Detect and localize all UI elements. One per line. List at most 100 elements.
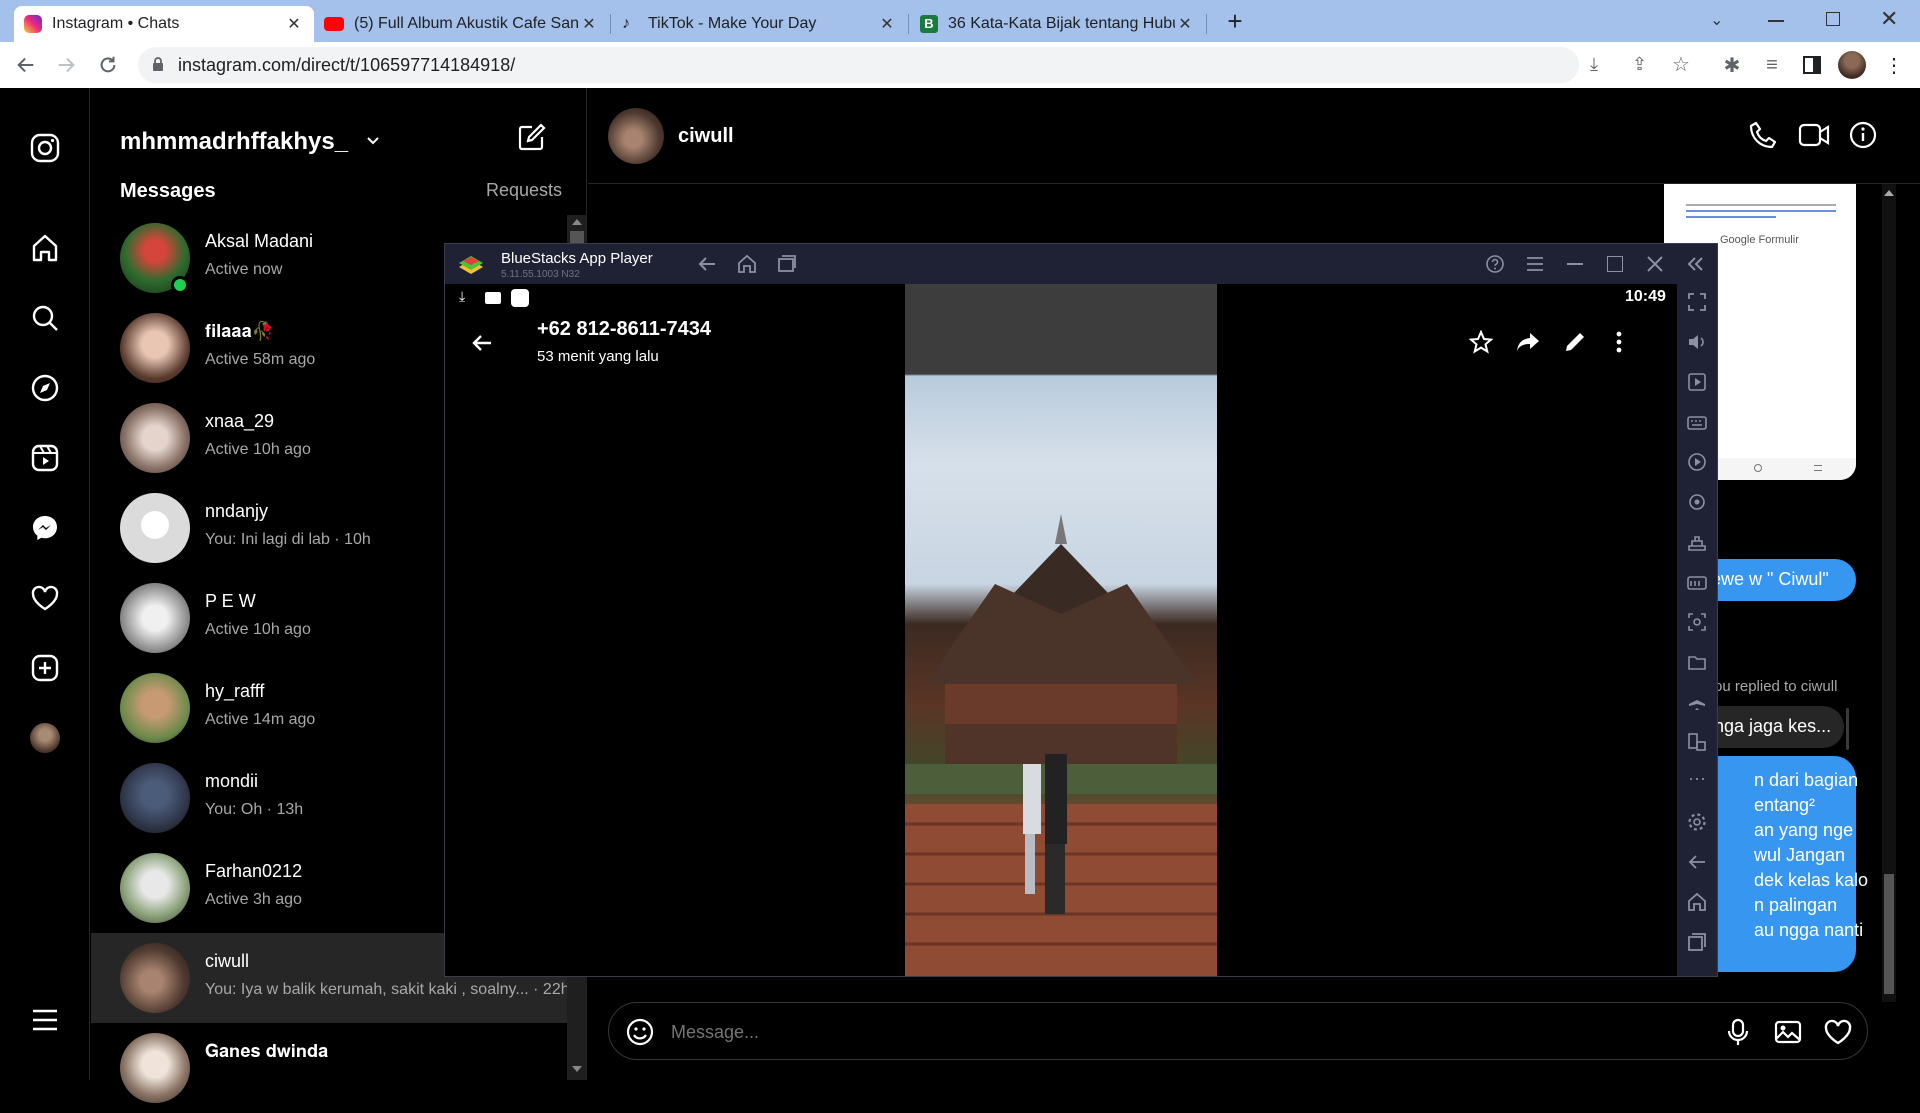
url-text: instagram.com/direct/t/106597714184918/ (178, 54, 516, 75)
close-tab-icon[interactable]: ✕ (877, 14, 897, 34)
tab-tiktok[interactable]: ♪ TikTok - Make Your Day ✕ (612, 6, 907, 42)
star-icon[interactable] (1469, 330, 1493, 354)
contact-avatar[interactable] (608, 108, 664, 164)
bluestacks-app-name: BlueStacks App Player (501, 250, 653, 267)
back-arrow-icon[interactable] (471, 332, 493, 354)
explore-icon[interactable] (30, 373, 60, 403)
keyboard-controls-icon[interactable] (1687, 412, 1707, 432)
back-icon[interactable] (697, 255, 717, 273)
requests-link[interactable]: Requests (486, 180, 562, 201)
install-apk-icon[interactable] (1687, 572, 1707, 592)
share-icon[interactable]: ⇪ (1632, 54, 1647, 75)
android-home-icon[interactable] (1687, 892, 1707, 912)
side-panel-icon[interactable] (1800, 53, 1824, 77)
profile-avatar[interactable] (1838, 51, 1866, 79)
fullscreen-icon[interactable] (1687, 292, 1707, 312)
forward-share-icon[interactable] (1515, 330, 1541, 354)
restore-window-button[interactable] (1826, 12, 1840, 26)
phone-call-icon[interactable] (1748, 120, 1778, 150)
tab-instagram[interactable]: Instagram • Chats ✕ (14, 6, 314, 42)
install-app-icon[interactable]: ⤓ (1590, 54, 1598, 75)
bluestacks-side-toolbar: ··· (1677, 284, 1717, 976)
default-avatar-icon (141, 511, 169, 539)
tab-search-icon[interactable]: ⌄ (1710, 10, 1723, 30)
home-icon[interactable] (30, 233, 60, 263)
chrome-menu-icon[interactable]: ⋮ (1882, 53, 1906, 77)
more-icon[interactable]: ··· (1687, 769, 1707, 792)
collapse-sidebar-icon[interactable] (1685, 254, 1705, 274)
new-tab-button[interactable]: + (1222, 8, 1248, 34)
macro-recorder-icon[interactable] (1687, 452, 1707, 472)
airplane-mode-icon[interactable] (1687, 692, 1707, 712)
bookmark-star-icon[interactable]: ☆ (1672, 52, 1690, 77)
new-message-icon[interactable] (517, 122, 547, 152)
chat-scrollbar[interactable] (1882, 184, 1896, 1002)
photo-viewer-image[interactable] (905, 284, 1217, 976)
close-button[interactable] (1645, 254, 1665, 274)
screenshot-icon[interactable] (1687, 612, 1707, 632)
maximize-button[interactable] (1607, 256, 1623, 272)
avatar (120, 403, 190, 473)
close-tab-icon[interactable]: ✕ (1175, 14, 1195, 34)
close-window-button[interactable]: ✕ (1880, 6, 1898, 32)
tab-kata-kata[interactable]: B 36 Kata-Kata Bijak tentang Hubungan ✕ (910, 6, 1205, 42)
volume-icon[interactable] (1687, 332, 1707, 352)
reload-icon[interactable] (96, 53, 120, 77)
emoji-icon[interactable] (625, 1017, 655, 1047)
conversation-name: 𝐟𝐢𝐥𝐚𝐚𝐚🥀 (205, 321, 275, 341)
media-manager-icon[interactable] (1687, 372, 1707, 392)
forward-icon[interactable] (54, 53, 78, 77)
scroll-up-arrow[interactable] (572, 219, 582, 225)
minimize-button[interactable] (1567, 263, 1583, 265)
like-heart-icon[interactable] (1823, 1017, 1853, 1047)
status-bar-time: 10:49 (1625, 288, 1666, 305)
contact-name[interactable]: ciwull (678, 125, 734, 148)
multi-instance-icon[interactable] (1687, 732, 1707, 752)
video-call-icon[interactable] (1798, 120, 1830, 150)
game-controls-icon[interactable] (1687, 532, 1707, 552)
more-options-icon[interactable] (1607, 330, 1631, 354)
rotate-icon[interactable] (1687, 492, 1707, 512)
menu-icon[interactable] (1525, 255, 1545, 273)
address-bar[interactable]: instagram.com/direct/t/106597714184918/ … (138, 47, 1690, 83)
conversation-info-icon[interactable] (1848, 120, 1878, 150)
sender-phone-number: +62 812-8611-7434 (537, 318, 712, 340)
media-control-icon[interactable]: ≡ (1760, 53, 1784, 77)
create-post-icon[interactable] (30, 653, 60, 683)
recent-apps-icon[interactable] (777, 255, 797, 273)
reels-icon[interactable] (30, 443, 60, 473)
close-tab-icon[interactable]: ✕ (579, 14, 599, 34)
settings-gear-icon[interactable] (1687, 812, 1707, 832)
scrollbar-thumb[interactable] (1884, 874, 1894, 994)
more-menu-icon[interactable] (30, 1005, 60, 1035)
online-indicator (171, 276, 189, 294)
google-forms-label: Google Formulir (1720, 234, 1799, 246)
folder-icon[interactable] (1687, 652, 1707, 672)
search-icon[interactable] (30, 303, 60, 333)
notifications-heart-icon[interactable] (30, 583, 60, 613)
microphone-icon[interactable] (1723, 1017, 1753, 1047)
android-recents-icon[interactable] (1687, 932, 1707, 952)
android-back-icon[interactable] (1687, 852, 1707, 872)
home-icon[interactable] (737, 254, 757, 274)
minimize-window-button[interactable] (1768, 20, 1784, 22)
scroll-down-arrow[interactable] (572, 1066, 582, 1072)
avatar (120, 853, 190, 923)
photo-upload-icon[interactable] (1773, 1017, 1803, 1047)
tab-youtube[interactable]: (5) Full Album Akustik Cafe Santai ✕ (314, 6, 609, 42)
profile-avatar[interactable] (30, 723, 60, 753)
lock-icon[interactable] (152, 56, 164, 72)
chevron-down-icon[interactable] (365, 132, 381, 148)
avatar (120, 493, 190, 563)
account-username[interactable]: mhmmadrhffakhys_ (120, 128, 348, 156)
message-input[interactable] (671, 1017, 1671, 1047)
back-icon[interactable] (14, 53, 38, 77)
instagram-logo-icon[interactable] (30, 133, 60, 163)
list-item[interactable]: 𝐆𝐚𝐧𝐞𝐬 𝐝𝐰𝐢𝐧𝐝𝐚 (91, 1023, 587, 1113)
edit-pencil-icon[interactable] (1563, 330, 1587, 354)
messenger-icon[interactable] (30, 513, 60, 543)
scroll-up-arrow[interactable] (1884, 190, 1894, 196)
close-tab-icon[interactable]: ✕ (284, 14, 304, 34)
extensions-icon[interactable]: ✱ (1720, 53, 1744, 77)
help-icon[interactable] (1485, 254, 1505, 274)
